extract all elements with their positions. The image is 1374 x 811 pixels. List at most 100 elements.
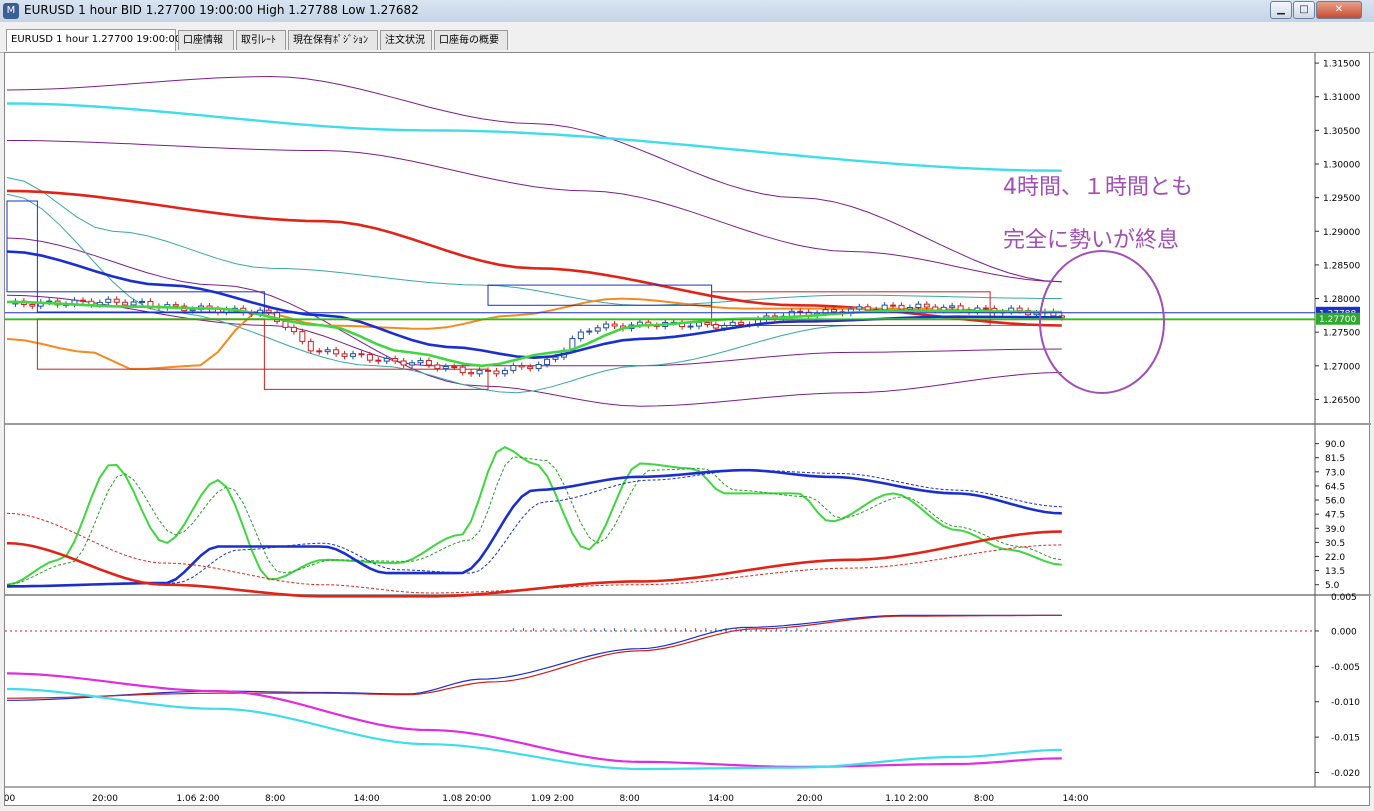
candlestick xyxy=(552,356,559,360)
candlestick xyxy=(96,301,103,306)
candlestick xyxy=(518,365,525,368)
envelope-lower-band xyxy=(6,237,1062,407)
moving-average-cyan xyxy=(6,102,1062,172)
price-tick-label: 1.27500 xyxy=(1323,329,1360,339)
moving-average-fast xyxy=(6,300,1062,368)
chart-window[interactable]: 1.31500 1.31000 1.30500 1.30000 1.29500 1.290… xyxy=(0,52,1371,807)
candlestick xyxy=(349,353,356,357)
candlestick xyxy=(577,331,584,340)
candlestick xyxy=(687,325,694,328)
rsi-blue-line xyxy=(6,468,1062,588)
candlestick xyxy=(510,365,517,371)
candlestick xyxy=(299,331,306,342)
stoch-tick-label: 5.0 xyxy=(1325,581,1340,591)
time-axis-label: 8:00 xyxy=(265,794,285,804)
candlestick xyxy=(695,322,702,327)
macd-tick-label: -0.010 xyxy=(1331,698,1360,708)
candlestick xyxy=(105,298,112,303)
momentum-red-signal xyxy=(6,512,1062,594)
candlestick xyxy=(982,307,989,310)
price-tick-label: 1.29000 xyxy=(1323,228,1360,238)
candlestick xyxy=(493,370,500,375)
tab-trade-rate[interactable]: 取引ﾚｰﾄ xyxy=(236,30,286,50)
candlestick xyxy=(957,305,964,311)
price-tick-label: 1.28500 xyxy=(1323,261,1360,271)
candlestick xyxy=(864,306,871,311)
time-axis-label: 8:00 xyxy=(974,794,994,804)
macd-tick-label: 0.000 xyxy=(1331,627,1357,637)
candlestick xyxy=(603,323,610,329)
candlestick xyxy=(400,360,407,366)
stoch-tick-label: 73.0 xyxy=(1325,468,1345,478)
candlestick xyxy=(392,357,399,362)
stoch-tick-label: 90.0 xyxy=(1325,440,1345,450)
time-axis-label: 14:00 xyxy=(1062,794,1088,804)
stoch-tick-label: 30.5 xyxy=(1325,539,1345,549)
price-box-high xyxy=(6,200,38,293)
annotation-text-1: 4時間、１時間とも xyxy=(1003,175,1193,200)
candlestick xyxy=(139,300,146,303)
candlestick xyxy=(712,323,719,329)
candlestick xyxy=(307,340,314,352)
price-tick-label: 1.30000 xyxy=(1323,161,1360,171)
macd-magenta-line xyxy=(6,672,1062,768)
stoch-tick-label: 13.5 xyxy=(1325,567,1345,577)
candlestick xyxy=(189,308,196,312)
candlestick xyxy=(501,369,508,375)
tab-account-summary[interactable]: 口座毎の概要 xyxy=(434,30,508,50)
price-tick-label: 1.28000 xyxy=(1323,295,1360,305)
candlestick xyxy=(341,353,348,357)
price-tick-label: 1.27000 xyxy=(1323,362,1360,372)
candlestick xyxy=(594,327,601,332)
chart-canvas[interactable]: 1.31500 1.31000 1.30500 1.30000 1.29500 1.290… xyxy=(0,53,1371,807)
candlestick xyxy=(451,366,458,369)
stoch-tick-label: 56.0 xyxy=(1325,497,1345,507)
candlestick xyxy=(704,322,711,325)
candlestick xyxy=(366,354,373,361)
candlestick xyxy=(949,305,956,308)
candlestick xyxy=(485,369,492,372)
candlestick xyxy=(923,303,930,308)
candlestick xyxy=(476,369,483,375)
macd-tick-label: -0.015 xyxy=(1331,734,1360,744)
minimize-button[interactable]: ▁ xyxy=(1270,1,1292,19)
tab-open-positions[interactable]: 現在保有ﾎﾟｼﾞｼｮﾝ xyxy=(288,30,378,50)
candlestick xyxy=(79,299,86,302)
candlestick xyxy=(358,353,365,356)
candlestick xyxy=(459,366,466,374)
candlestick xyxy=(535,364,542,370)
macd-top-cut-label: 0.005 xyxy=(1331,593,1357,603)
time-axis-label: 20:00 xyxy=(797,794,823,804)
chart-tab-bar: EURUSD 1 hour 1.27700 19:00:00 口座情報 取引ﾚｰ… xyxy=(0,22,1374,53)
candlestick xyxy=(788,310,795,317)
price-tick-label: 1.30500 xyxy=(1323,127,1360,137)
time-axis-label: 8:00 xyxy=(619,794,639,804)
envelope-upper-band xyxy=(6,75,1062,283)
time-axis-label: 1.09 2:00 xyxy=(531,794,574,804)
candlestick xyxy=(797,310,804,313)
candlestick xyxy=(881,304,888,311)
stoch-tick-label: 47.5 xyxy=(1325,511,1345,521)
candlestick xyxy=(375,359,382,362)
time-axis-label: 1.10 2:00 xyxy=(885,794,928,804)
candlestick xyxy=(290,326,297,333)
tab-order-status[interactable]: 注文状況 xyxy=(380,30,432,50)
close-button[interactable]: ✕ xyxy=(1316,1,1362,19)
price-tick-label: 1.26500 xyxy=(1323,396,1360,406)
price-box-low xyxy=(263,368,489,390)
stochastic-signal-line xyxy=(6,456,1062,586)
tab-eurusd-chart[interactable]: EURUSD 1 hour 1.27700 19:00:00 xyxy=(6,29,181,51)
time-axis-label: 14:00 xyxy=(708,794,734,804)
candlestick xyxy=(906,306,913,310)
candlestick xyxy=(425,360,432,366)
candlestick xyxy=(915,303,922,308)
time-axis-label: 1:00 xyxy=(5,794,15,804)
stoch-tick-label: 81.5 xyxy=(1325,454,1345,464)
candlestick xyxy=(527,366,534,370)
stochastic-main-line xyxy=(6,445,1062,586)
price-box-low xyxy=(36,318,265,370)
tab-account-info[interactable]: 口座情報 xyxy=(178,30,234,50)
candlestick xyxy=(409,362,416,366)
price-tick-label: 1.29500 xyxy=(1323,194,1360,204)
maximize-button[interactable]: □ xyxy=(1293,1,1315,19)
